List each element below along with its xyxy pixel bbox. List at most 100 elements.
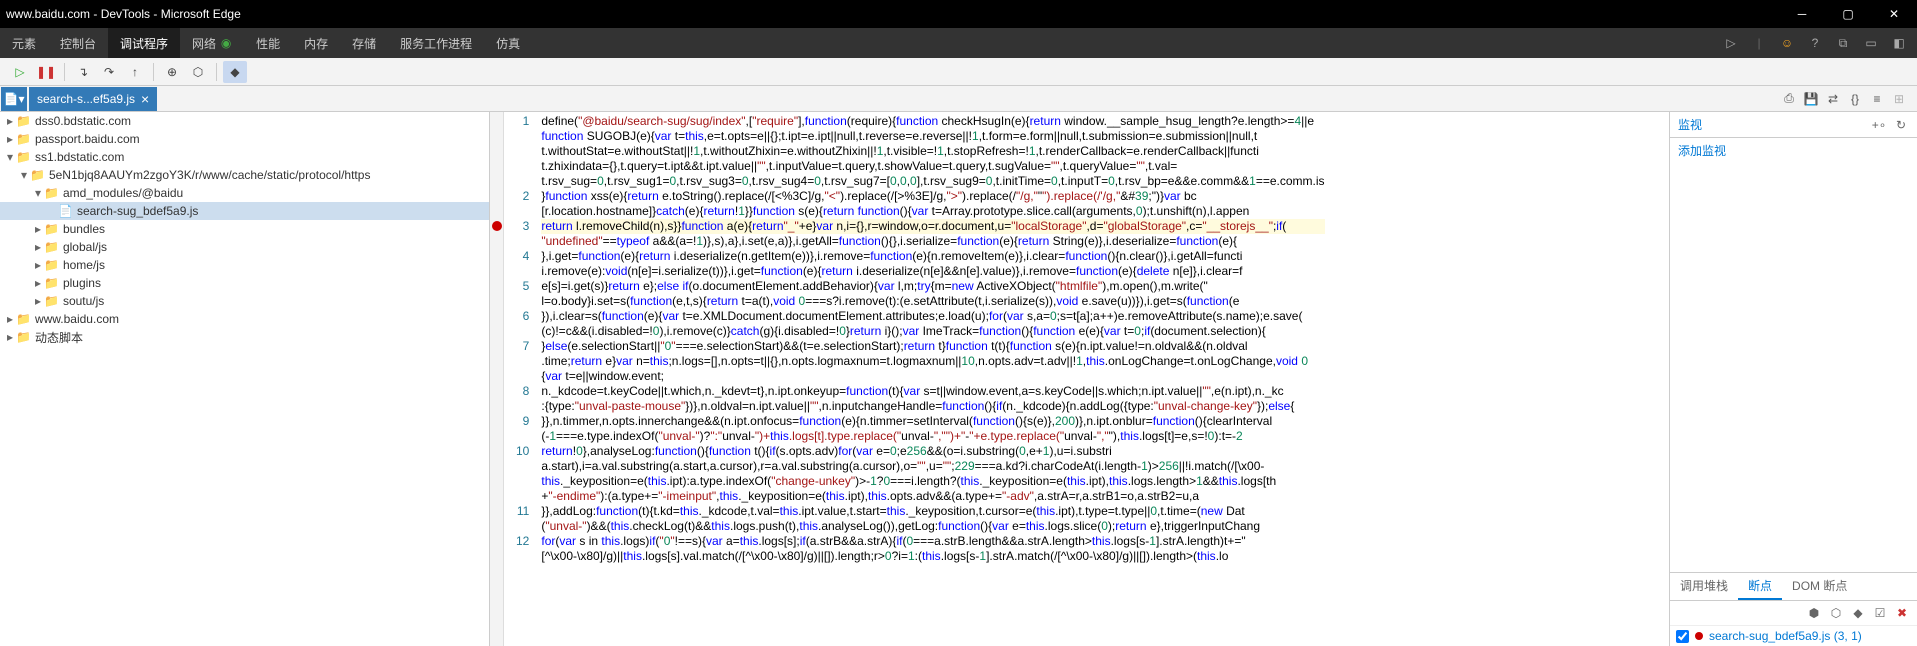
step-into-button[interactable]: ↴	[71, 61, 95, 83]
line-number[interactable]	[516, 519, 529, 534]
line-number[interactable]	[516, 399, 529, 414]
tab-breakpoints[interactable]: 断点	[1738, 573, 1782, 600]
code-line[interactable]: "undefined"==typeof a&&(a=!1)},s),a},i.s…	[541, 234, 1324, 249]
line-number[interactable]	[516, 264, 529, 279]
step-over-button[interactable]: ↷	[97, 61, 121, 83]
go-to-button[interactable]: ⎙	[1779, 89, 1799, 109]
tree-folder[interactable]: ▾📁amd_modules/@baidu	[0, 184, 489, 202]
add-bp-icon[interactable]: ◆	[1849, 604, 1867, 622]
pretty-print-button[interactable]: {}	[1845, 89, 1865, 109]
code-line[interactable]: define("@baidu/search-sug/sug/index",["r…	[541, 114, 1324, 129]
compare-button[interactable]: ⇄	[1823, 89, 1843, 109]
code-body[interactable]: define("@baidu/search-sug/sug/index",["r…	[537, 112, 1328, 646]
disclosure-triangle-icon[interactable]: ▸	[32, 276, 44, 290]
code-line[interactable]: return l.removeChild(n),s}}function a(e)…	[541, 219, 1324, 234]
line-number[interactable]	[516, 429, 529, 444]
tree-folder[interactable]: ▸📁bundles	[0, 220, 489, 238]
code-line[interactable]: e[s]=i.get(s)}return e};else if(o.docume…	[541, 279, 1324, 294]
save-button[interactable]: 💾	[1801, 89, 1821, 109]
pause-button[interactable]: ❚❚	[34, 61, 58, 83]
code-line[interactable]: }function xss(e){return e.toString().rep…	[541, 189, 1324, 204]
breakpoint-marker-icon[interactable]	[492, 221, 502, 231]
code-line[interactable]: a.start),i=a.val.substring(a.start,a.cur…	[541, 459, 1324, 474]
disclosure-triangle-icon[interactable]: ▾	[4, 150, 16, 164]
disclosure-triangle-icon[interactable]: ▾	[32, 186, 44, 200]
code-line[interactable]: [r.location.hostname]}catch(e){return!1}…	[541, 204, 1324, 219]
code-line[interactable]: ("unval-")&&(this.checkLog(t)&&this.logs…	[541, 519, 1324, 534]
line-number[interactable]	[516, 294, 529, 309]
step-out-button[interactable]: ↑	[123, 61, 147, 83]
line-number[interactable]: 7	[516, 339, 529, 354]
tab-elements[interactable]: 元素	[0, 28, 48, 58]
toggle-all-bp-icon[interactable]: ☑	[1871, 604, 1889, 622]
tab-storage[interactable]: 存储	[340, 28, 388, 58]
maximize-button[interactable]: ▢	[1825, 0, 1871, 28]
tab-emulation[interactable]: 仿真	[484, 28, 532, 58]
undock-icon[interactable]: ◧	[1889, 33, 1909, 53]
code-line[interactable]: t.withoutStat=e.withoutStat||!1,t.withou…	[541, 144, 1324, 159]
line-number[interactable]	[516, 549, 529, 564]
line-number[interactable]: 5	[516, 279, 529, 294]
code-line[interactable]: for(var s in this.logs)if("0"!==s){var a…	[541, 534, 1324, 549]
code-line[interactable]: {var t=e||window.event;	[541, 369, 1324, 384]
code-line[interactable]: l=o.body}i.set=s(function(e,t,s){return …	[541, 294, 1324, 309]
code-line[interactable]: t.rsv_sug=0,t.rsv_sug1=0,t.rsv_sug3=0,t.…	[541, 174, 1324, 189]
line-number[interactable]: 11	[516, 504, 529, 519]
disclosure-triangle-icon[interactable]: ▸	[32, 240, 44, 254]
close-tab-icon[interactable]: ×	[141, 91, 149, 107]
code-line[interactable]: t.zhixindata={},t.query=t.ipt&&t.ipt.val…	[541, 159, 1324, 174]
breakpoint-checkbox[interactable]	[1676, 630, 1689, 643]
code-line[interactable]: (c)!=c&&(i.disabled=!0),i.remove(c)}catc…	[541, 324, 1324, 339]
code-line[interactable]: :{type:"unval-paste-mouse"})},n.oldval=n…	[541, 399, 1324, 414]
toggle-breakpoints-button[interactable]: ◆	[223, 61, 247, 83]
disclosure-triangle-icon[interactable]: ▸	[4, 330, 16, 344]
tree-folder[interactable]: ▸📁动态脚本	[0, 328, 489, 346]
tab-console[interactable]: 控制台	[48, 28, 108, 58]
minimize-button[interactable]: ─	[1779, 0, 1825, 28]
tree-folder[interactable]: ▸📁dss0.bdstatic.com	[0, 112, 489, 130]
break-exceptions-button[interactable]: ⬡	[186, 61, 210, 83]
add-watch-link[interactable]: 添加监视	[1670, 138, 1917, 163]
tab-debugger[interactable]: 调试程序	[108, 28, 180, 58]
code-line[interactable]: }},addLog:function(t){t.kd=this._kdcode,…	[541, 504, 1324, 519]
wrap-button[interactable]: ≡	[1867, 89, 1887, 109]
breakpoint-gutter[interactable]	[490, 112, 504, 646]
code-editor[interactable]: 123456789101112 define("@baidu/search-su…	[504, 112, 1669, 646]
break-new-worker-button[interactable]: ⊕	[160, 61, 184, 83]
line-number[interactable]	[516, 474, 529, 489]
code-line[interactable]: n._kdcode=t.keyCode||t.which,n._kdevt=t}…	[541, 384, 1324, 399]
code-line[interactable]: i.remove(e):void(n[e]=i.serialize(t))},i…	[541, 264, 1324, 279]
line-number[interactable]: 8	[516, 384, 529, 399]
code-line[interactable]: this._keyposition=e(this.ipt):a.type.ind…	[541, 474, 1324, 489]
line-number[interactable]: 6	[516, 309, 529, 324]
help-icon[interactable]: ?	[1805, 33, 1825, 53]
tab-memory[interactable]: 内存	[292, 28, 340, 58]
code-line[interactable]: }},n.timmer,n.opts.innerchange&&(n.ipt.o…	[541, 414, 1324, 429]
file-tab[interactable]: search-s...ef5a9.js ×	[29, 87, 157, 111]
delete-bp-icon[interactable]: ✖	[1893, 604, 1911, 622]
disclosure-triangle-icon[interactable]: ▸	[4, 114, 16, 128]
line-number[interactable]	[516, 324, 529, 339]
line-number[interactable]: 10	[516, 444, 529, 459]
tool-icon-1[interactable]: ▷	[1721, 33, 1741, 53]
pin-icon[interactable]: ⧉	[1833, 33, 1853, 53]
continue-button[interactable]: ▷	[8, 61, 32, 83]
add-watch-icon[interactable]: +∘	[1871, 117, 1887, 133]
close-button[interactable]: ✕	[1871, 0, 1917, 28]
feedback-icon[interactable]: ☺	[1777, 33, 1797, 53]
line-number[interactable]	[516, 174, 529, 189]
line-number[interactable]: 4	[516, 249, 529, 264]
line-number[interactable]	[516, 459, 529, 474]
add-event-bp-icon[interactable]: ⬢	[1805, 604, 1823, 622]
disclosure-triangle-icon[interactable]: ▾	[18, 168, 30, 182]
line-number[interactable]: 3	[516, 219, 529, 234]
tab-network[interactable]: 网络◉	[180, 28, 244, 58]
disclosure-triangle-icon[interactable]: ▸	[4, 312, 16, 326]
code-line[interactable]: }else(e.selectionStart||"0"===e.selectio…	[541, 339, 1324, 354]
tree-folder[interactable]: ▾📁ss1.bdstatic.com	[0, 148, 489, 166]
file-picker-button[interactable]: 📄▾	[1, 87, 27, 111]
line-number[interactable]: 1	[516, 114, 529, 129]
tree-folder[interactable]: ▸📁www.baidu.com	[0, 310, 489, 328]
tab-service-workers[interactable]: 服务工作进程	[388, 28, 484, 58]
add-xhr-bp-icon[interactable]: ⬡	[1827, 604, 1845, 622]
